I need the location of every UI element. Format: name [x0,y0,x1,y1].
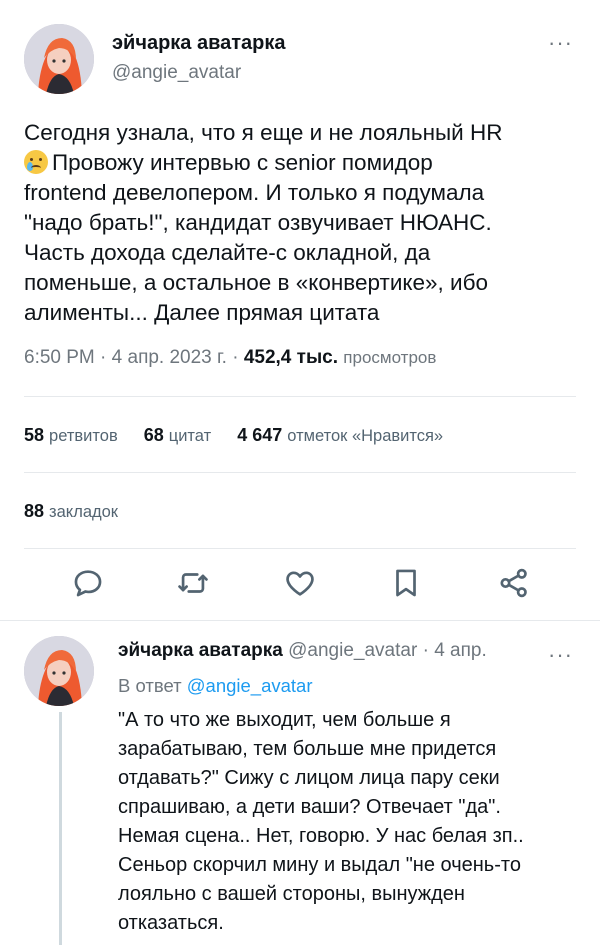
action-bar [0,566,600,602]
views-label: просмотров [343,348,437,367]
reply-icon[interactable] [71,566,105,600]
avatar-image [24,636,94,706]
avatar-image [24,24,94,94]
reply-to-mention[interactable]: @angie_avatar [187,675,313,696]
divider [24,548,576,549]
reply-text: "А то что же выходит, чем больше я зараб… [118,706,578,938]
tweet-line: Провожу интервью с senior помидор [24,148,580,178]
author-name[interactable]: эйчарка аватарка [112,32,286,55]
bookmark-icon[interactable] [389,566,423,600]
author-handle[interactable]: @angie_avatar [112,62,241,84]
more-options-icon[interactable]: ··· [548,32,573,54]
reply-line: "А то что же выходит, чем больше я [118,709,451,731]
reply-date[interactable]: 4 апр. [434,640,487,661]
retweets-stat[interactable]: 58 ретвитов [24,425,118,445]
replying-to: В ответ @angie_avatar [118,675,313,696]
tweet-date[interactable]: 4 апр. 2023 г. [112,347,227,368]
tweet-line: Сегодня узнала, что я еще и не лояльный … [24,120,503,145]
thread-line [59,712,62,945]
reply-author-avatar[interactable] [24,636,94,706]
tweet-line: Часть дохода сделайте-с окладной, да [24,240,431,265]
tweet-time[interactable]: 6:50 PM [24,347,95,368]
crying-face-emoji-icon [24,150,48,174]
likes-stat[interactable]: 4 647 отметок «Нравится» [237,425,443,445]
engagement-stats: 58 ретвитов 68 цитат 4 647 отметок «Нравит… [24,425,443,446]
reply-line: отдавать?" Сижу с лицом лица пару секи [118,767,500,789]
like-icon[interactable] [283,566,317,600]
share-icon[interactable] [497,566,531,600]
tweet-line: "надо брать!", кандидат озвучивает НЮАНС… [24,210,492,235]
tweet-text: Сегодня узнала, что я еще и не лояльный … [24,118,580,328]
reply-line: лояльно с вашей стороны, вынужден [118,883,465,905]
retweet-icon[interactable] [176,566,210,600]
quotes-stat[interactable]: 68 цитат [144,425,211,445]
tweet-meta: 6:50 PM · 4 апр. 2023 г. · 452,4 тыс. пр… [24,347,437,368]
reply-author-handle[interactable]: @angie_avatar [288,640,417,661]
divider [0,620,600,621]
tweet-line: алименты... Далее прямая цитата [24,300,380,325]
views-count: 452,4 тыс. [243,347,339,368]
reply-header: эйчарка аватарка @angie_avatar · 4 апр. [118,640,487,661]
author-avatar[interactable] [24,24,94,94]
reply-line: Немая сцена.. Нет, говорю. У нас белая з… [118,825,524,847]
tweet-line: frontend девелопером. И только я подумал… [24,180,485,205]
divider [24,472,576,473]
bookmarks-stat[interactable]: 88 закладок [24,501,118,522]
reply-more-options-icon[interactable]: ··· [548,644,573,666]
reply-line: зарабатываю, тем больше мне придется [118,738,497,760]
tweet-line: поменьше, а остальное в «конвертике», иб… [24,270,488,295]
divider [24,396,576,397]
reply-line: Сеньор скорчил мину и выдал "не очень-то [118,854,521,876]
reply-line: спрашиваю, а дети ваши? Отвечает "да". [118,796,501,818]
reply-line: отказаться. [118,912,224,934]
reply-author-name[interactable]: эйчарка аватарка [118,640,283,661]
